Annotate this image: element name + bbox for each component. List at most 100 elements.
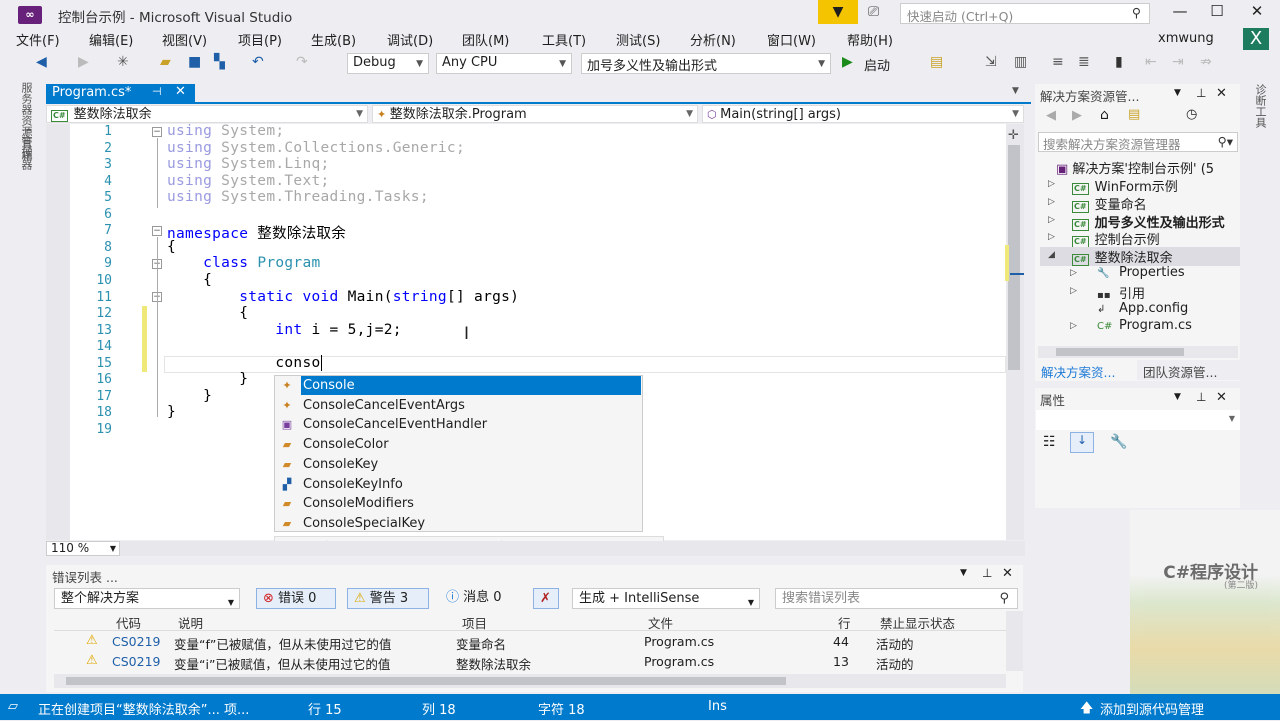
step-over-icon[interactable]: ▥ [1014,54,1027,70]
code-line[interactable]: int i = 5,j=2; [167,322,402,338]
code-line[interactable]: } [167,404,176,420]
fold-toggle[interactable]: − [152,226,162,236]
error-cell-project[interactable]: 变量命名 [456,634,506,653]
maximize-button[interactable]: ☐ [1202,2,1232,20]
diagnostic-tools-tab[interactable]: 诊断工具 [1252,84,1268,128]
warnings-filter-button[interactable]: ⚠ 警告 3 [347,588,429,609]
build-filter-select[interactable]: 生成 + IntelliSense ▼ [572,588,760,609]
hscroll-thumb[interactable] [66,677,786,685]
code-line[interactable]: using System.Threading.Tasks; [167,189,429,205]
feedback-flag-icon[interactable]: ▼ [818,0,858,24]
forward-icon[interactable]: ▶ [1072,108,1082,123]
platform-select[interactable]: Any CPU ▼ [436,53,572,74]
find-in-files-icon[interactable]: ▤ [930,54,943,70]
source-control-button[interactable]: 添加到源代码管理 [1100,699,1204,718]
intellisense-popup[interactable]: ✦ Console ✦ ConsoleCancelEventArgs ▣ ConsoleC… [274,375,643,532]
close-button[interactable]: ✕ [1242,2,1272,20]
toolbox-tab[interactable]: 工具箱 [18,128,34,161]
expand-icon[interactable]: ▷ [1070,321,1077,331]
col-line[interactable]: 行 [838,613,851,632]
completion-item[interactable]: ▞ ConsoleKeyInfo [275,475,642,494]
tab-team-explorer[interactable]: 团队资源管... [1137,360,1240,380]
pending-changes-icon[interactable]: ◷ [1186,107,1197,122]
tab-overflow-icon[interactable]: ▼ [1012,86,1019,96]
code-line[interactable]: using System.Text; [167,173,330,189]
uncomment-icon[interactable]: ≣ [1078,54,1090,70]
error-cell-state[interactable]: 活动的 [876,634,914,653]
col-project[interactable]: 项目 [462,613,487,632]
expand-icon[interactable]: ▷ [1070,286,1077,296]
tree-project[interactable]: C# 控制台示例 [1072,229,1160,249]
error-cell-code[interactable]: CS0219 [112,634,160,649]
comment-icon[interactable]: ≡ [1052,54,1064,70]
back-icon[interactable]: ◀ [36,54,47,70]
pin-icon[interactable]: ⊥ [1196,86,1206,100]
clear-bookmarks-icon[interactable]: ⇏ [1200,54,1212,70]
filter-icon[interactable]: ✗ [533,588,559,609]
code-line[interactable]: } [167,371,248,387]
menu-analyze[interactable]: 分析(N) [690,30,736,49]
start-play-icon[interactable]: ▶ [842,54,853,70]
code-line[interactable]: static void Main(string[] args) [167,289,519,305]
code-line[interactable]: { [167,272,212,288]
errors-filter-button[interactable]: ⊗ 错误 0 [256,588,336,609]
menu-team[interactable]: 团队(M) [462,30,509,49]
menu-file[interactable]: 文件(F) [16,30,60,49]
col-description[interactable]: 说明 [178,613,203,632]
code-line[interactable]: namespace 整数除法取余 [167,222,346,243]
messages-filter-button[interactable]: ⓘ 消息 0 [440,588,520,609]
prev-bookmark-icon[interactable]: ⇤ [1145,54,1157,70]
menu-window[interactable]: 窗口(W) [767,30,816,49]
user-avatar[interactable]: X [1243,28,1269,50]
tree-item[interactable]: C# Program.cs [1097,318,1192,333]
scrollbar-thumb[interactable] [1008,145,1020,370]
zoom-select[interactable]: 110 % ▼ [46,541,120,556]
code-line[interactable]: class Program [167,255,321,271]
col-code[interactable]: 代码 [116,613,141,632]
tree-project[interactable]: C# 加号多义性及输出形式 [1072,212,1225,231]
code-line[interactable]: using System.Collections.Generic; [167,140,465,156]
configuration-select[interactable]: Debug ▼ [347,53,429,74]
nav-class-select[interactable]: ✦ 整数除法取余.Program ▼ [372,105,698,123]
tree-project[interactable]: C# 整数除法取余 [1040,247,1240,267]
tab-program-cs[interactable]: Program.cs* ⊣ ✕ [46,84,195,103]
split-icon[interactable]: ✛ [1008,128,1019,143]
menu-tools[interactable]: 工具(T) [542,30,586,49]
tree-item[interactable]: ▪▪ 引用 [1097,283,1145,302]
user-name[interactable]: xmwung [1158,31,1214,46]
properties-object-select[interactable]: ▼ [1036,410,1240,430]
menu-project[interactable]: 项目(P) [238,30,282,49]
scope-select[interactable]: 整个解决方案 ▼ [54,588,240,609]
col-suppression[interactable]: 禁止显示状态 [880,613,955,632]
error-cell-line[interactable]: 44 [833,634,849,649]
completion-item[interactable]: ▰ ConsoleKey [275,455,642,474]
completion-item[interactable]: ✦ Console [275,376,642,395]
pin-icon[interactable]: ⊥ [982,566,992,580]
error-cell-state[interactable]: 活动的 [876,654,914,673]
nav-member-select[interactable]: ⬡ Main(string[] args) ▼ [702,105,1024,123]
error-cell-code[interactable]: CS0219 [112,654,160,669]
error-list-scrollbar[interactable] [1006,611,1023,671]
code-line[interactable]: } [167,388,212,404]
tab-solution-explorer[interactable]: 解决方案资... [1036,360,1136,380]
solution-node[interactable]: ▣ 解决方案'控制台示例' (5 [1056,158,1214,177]
close-panel-icon[interactable]: ✕ [1216,86,1227,101]
error-cell-file[interactable]: Program.cs [644,634,714,649]
bookmark-icon[interactable]: ▮ [1115,54,1123,70]
completion-item[interactable]: ✦ ConsoleCancelEventArgs [275,396,642,415]
undo-icon[interactable]: ↶ [252,54,264,70]
menu-test[interactable]: 测试(S) [616,30,660,49]
tree-item[interactable]: 🔧 Properties [1097,265,1185,280]
start-button[interactable]: 启动 [864,55,890,74]
code-line[interactable]: { [167,305,248,321]
panel-menu-icon[interactable]: ▼ [960,568,967,578]
pin-icon[interactable]: ⊥ [1196,390,1206,404]
categorized-icon[interactable]: ☷ [1043,434,1056,450]
code-line[interactable]: using System; [167,123,284,139]
error-cell-desc[interactable]: 变量“f”已被赋值，但从未使用过它的值 [174,634,391,653]
home-icon[interactable]: ⌂ [1100,107,1109,123]
error-cell-project[interactable]: 整数除法取余 [456,654,531,673]
error-cell-desc[interactable]: 变量“i”已被赋值，但从未使用过它的值 [174,654,390,673]
sync-view-icon[interactable]: ▤ [1128,107,1140,122]
pin-icon[interactable]: ⊣ [152,85,162,98]
